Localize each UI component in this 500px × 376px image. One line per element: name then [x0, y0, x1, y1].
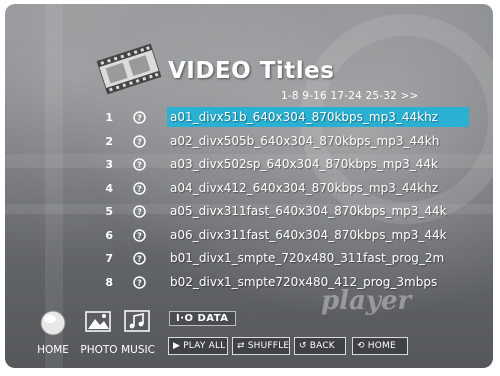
info-icon: ? — [133, 275, 146, 289]
shuffle-icon: ⇄ — [237, 341, 245, 351]
item-number: 8 — [105, 275, 113, 289]
list-item[interactable]: 4 ? a04_divx412_640x304_870kbps_mp3_44kh… — [5, 178, 493, 200]
play-all-button[interactable]: ▶ PLAY ALL — [168, 337, 228, 355]
back-icon: ↺ — [299, 341, 307, 351]
back-button[interactable]: ↺ BACK — [294, 337, 346, 355]
video-filename: a02_divx505b_640x304_870kbps_mp3_44kh — [170, 133, 440, 148]
home-return-icon: ⟲ — [357, 341, 365, 351]
player-watermark: player — [321, 286, 412, 316]
info-icon: ? — [133, 228, 146, 242]
film-reel-icon — [96, 43, 162, 95]
info-icon: ? — [133, 158, 146, 171]
page-selector[interactable]: 1-8 9-16 17-24 25-32 >> — [281, 90, 419, 102]
list-item[interactable]: 1 ? a01_divx51b_640x304_870kbps_mp3_44kh… — [5, 107, 493, 129]
nav-home-label[interactable]: HOME — [34, 344, 72, 356]
page-title: VIDEO Titles — [168, 58, 335, 84]
video-filename: a05_divx311fast_640x304_870kbps_mp3_44k — [170, 204, 447, 218]
item-number: 5 — [105, 205, 113, 218]
video-filename: a01_divx51b_640x304_870kbps_mp3_44khz — [167, 107, 469, 127]
video-filename: b01_divx1_smpte_720x480_311fast_prog_2m — [170, 251, 445, 265]
svg-text:?: ? — [137, 231, 142, 240]
info-icon: ? — [133, 134, 146, 148]
info-icon: ? — [133, 252, 146, 265]
photo-icon[interactable] — [84, 307, 112, 335]
play-all-label: PLAY ALL — [183, 341, 226, 351]
svg-text:?: ? — [137, 278, 142, 287]
play-icon: ▶ — [173, 341, 181, 351]
list-item[interactable]: 2 ? a02_divx505b_640x304_870kbps_mp3_44k… — [5, 131, 493, 153]
video-filename: a04_divx412_640x304_870kbps_mp3_44khz — [170, 180, 438, 195]
info-icon: ? — [133, 111, 146, 124]
item-number: 3 — [105, 158, 113, 171]
home-icon[interactable] — [39, 309, 67, 337]
video-filename: a06_divx311fast_640x304_870kbps_mp3_44k — [170, 227, 447, 242]
media-player-screen: VIDEO Titles 1-8 9-16 17-24 25-32 >> 1 ?… — [5, 4, 493, 368]
info-icon: ? — [133, 205, 146, 218]
svg-text:?: ? — [137, 114, 142, 123]
list-item[interactable]: 7 ? b01_divx1_smpte_720x480_311fast_prog… — [5, 248, 493, 270]
svg-text:?: ? — [137, 161, 142, 170]
item-number: 4 — [105, 181, 113, 195]
info-icon: ? — [133, 181, 146, 195]
shuffle-button[interactable]: ⇄ SHUFFLE — [232, 337, 290, 355]
back-label: BACK — [309, 341, 335, 351]
item-number: 2 — [105, 134, 113, 148]
music-icon[interactable] — [123, 307, 151, 335]
item-number: 6 — [105, 228, 113, 242]
item-number: 7 — [105, 252, 113, 265]
home-button[interactable]: ⟲ HOME — [352, 337, 408, 355]
svg-text:?: ? — [137, 137, 142, 146]
list-item[interactable]: 6 ? a06_divx311fast_640x304_870kbps_mp3_… — [5, 225, 493, 247]
list-item[interactable]: 8 ? b02_divx1_smpte720x480_412_prog_3mbp… — [5, 272, 493, 294]
home-button-label: HOME — [367, 341, 396, 351]
item-number: 1 — [105, 111, 113, 124]
brand-logo: I·O DATA — [169, 311, 236, 326]
video-filename: a03_divx502sp_640x304_870kbps_mp3_44k — [170, 157, 438, 171]
list-item[interactable]: 5 ? a05_divx311fast_640x304_870kbps_mp3_… — [5, 201, 493, 223]
svg-text:?: ? — [137, 208, 142, 217]
nav-music-label[interactable]: MUSIC — [116, 344, 160, 356]
nav-photo-label[interactable]: PHOTO — [77, 344, 121, 356]
shuffle-label: SHUFFLE — [247, 341, 290, 351]
svg-text:?: ? — [137, 184, 142, 193]
svg-text:?: ? — [137, 255, 142, 264]
list-item[interactable]: 3 ? a03_divx502sp_640x304_870kbps_mp3_44… — [5, 154, 493, 176]
